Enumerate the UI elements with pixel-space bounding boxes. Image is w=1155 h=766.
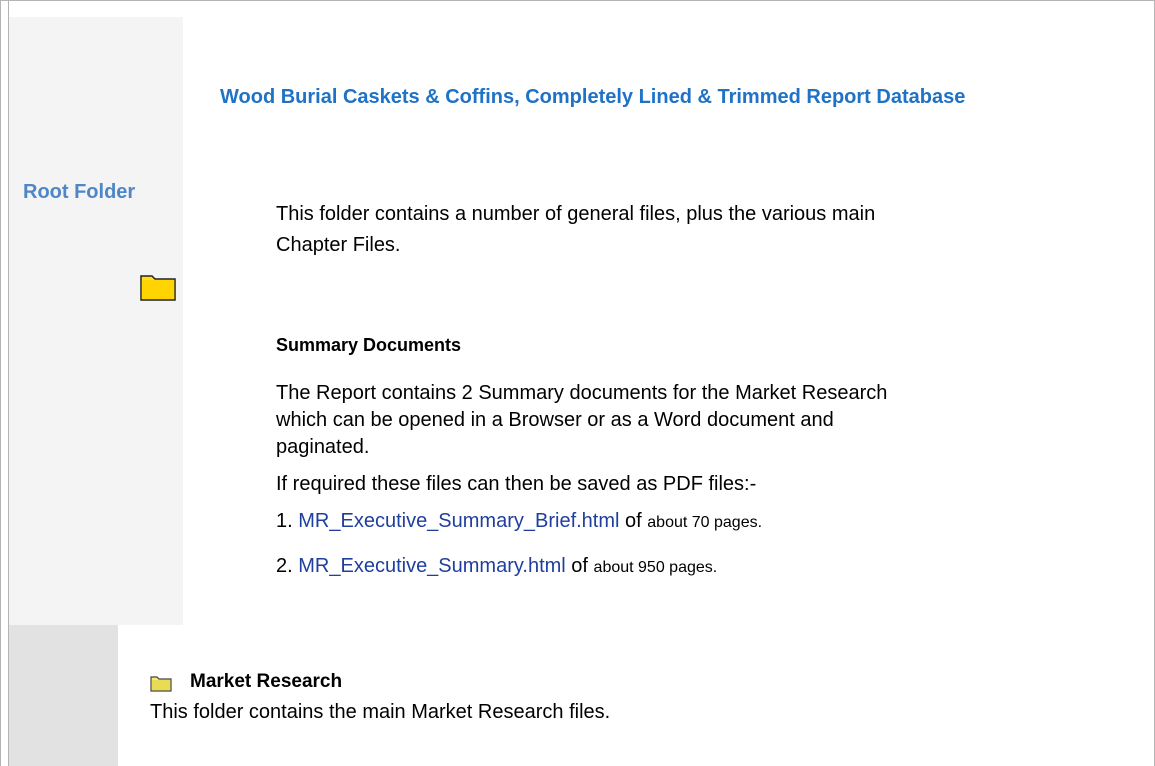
intro-text: This folder contains a number of general… <box>276 203 876 256</box>
folder-icon <box>140 271 176 301</box>
executive-summary-brief-link[interactable]: MR_Executive_Summary_Brief.html <box>298 510 619 532</box>
frame-divider <box>8 0 9 17</box>
folder-icon[interactable] <box>150 674 172 692</box>
summary-document-item: 2. MR_Executive_Summary.html of about 95… <box>276 555 717 578</box>
summary-document-item: 1. MR_Executive_Summary_Brief.html of ab… <box>276 510 762 533</box>
executive-summary-link[interactable]: MR_Executive_Summary.html <box>298 555 565 577</box>
summary-description: The Report contains 2 Summary documents … <box>276 382 888 458</box>
document-page-count: about 70 pages. <box>647 514 763 531</box>
market-research-description: This folder contains the main Market Res… <box>150 701 611 723</box>
market-research-panel <box>9 625 118 766</box>
pdf-note: If required these files can then be save… <box>276 473 757 495</box>
document-page-count: about 950 pages. <box>593 559 718 576</box>
root-folder-label: Root Folder <box>23 181 136 203</box>
document-of-label: of <box>571 555 588 577</box>
root-folder-panel <box>9 17 183 625</box>
market-research-heading[interactable]: Market Research <box>190 671 342 693</box>
document-number: 1. <box>276 510 293 532</box>
summary-documents-heading: Summary Documents <box>276 335 462 355</box>
document-of-label: of <box>625 510 642 532</box>
page-title: Wood Burial Caskets & Coffins, Completel… <box>220 86 966 108</box>
document-number: 2. <box>276 555 293 577</box>
